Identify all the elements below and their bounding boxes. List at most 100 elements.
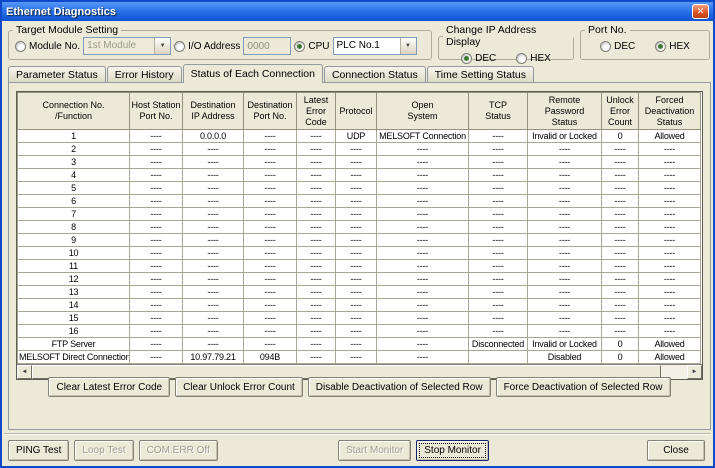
action-button-row: Clear Latest Error CodeClear Unlock Erro… xyxy=(9,377,710,397)
tab-error-history[interactable]: Error History xyxy=(107,66,182,82)
table-cell: 094B xyxy=(244,351,297,364)
io-address-input[interactable] xyxy=(243,37,291,55)
table-cell: 10 xyxy=(18,247,130,260)
table-cell: ---- xyxy=(469,260,528,273)
loop-test-button[interactable]: Loop Test xyxy=(74,440,133,461)
table-cell: ---- xyxy=(244,234,297,247)
table-cell: ---- xyxy=(469,195,528,208)
table-cell: ---- xyxy=(130,182,183,195)
start-monitor-button[interactable]: Start Monitor xyxy=(338,440,411,461)
table-cell: ---- xyxy=(528,143,602,156)
connection-table: Connection No. /FunctionHost Station Por… xyxy=(17,92,701,364)
port-dec-radio[interactable]: DEC xyxy=(600,41,635,52)
io-address-radio[interactable]: I/O Address xyxy=(174,41,240,52)
table-cell: 0.0.0.0 xyxy=(183,130,244,143)
table-cell: ---- xyxy=(244,143,297,156)
change-ip-display-group: Change IP Address Display DEC HEX xyxy=(438,24,574,60)
table-cell: ---- xyxy=(183,156,244,169)
table-row[interactable]: 15--------------------------------------… xyxy=(18,312,701,325)
force-deactivation-button[interactable]: Force Deactivation of Selected Row xyxy=(496,377,671,397)
stop-monitor-button[interactable]: Stop Monitor xyxy=(416,440,489,461)
table-body: 1----0.0.0.0--------UDPMELSOFT Connectio… xyxy=(18,130,701,364)
disable-deactivation-button[interactable]: Disable Deactivation of Selected Row xyxy=(308,377,491,397)
cpu-radio[interactable]: CPU xyxy=(294,41,329,52)
table-cell: ---- xyxy=(183,338,244,351)
com-err-off-button[interactable]: COM.ERR Off xyxy=(139,440,218,461)
table-row[interactable]: 9---------------------------------------… xyxy=(18,234,701,247)
table-row[interactable]: 10--------------------------------------… xyxy=(18,247,701,260)
cpu-select[interactable]: PLC No.1 ▼ xyxy=(333,37,417,55)
table-row[interactable]: 11--------------------------------------… xyxy=(18,260,701,273)
module-no-radio[interactable]: Module No. xyxy=(15,41,80,52)
table-cell: ---- xyxy=(244,325,297,338)
table-row[interactable]: FTP Server------------------------Discon… xyxy=(18,338,701,351)
table-row[interactable]: 6---------------------------------------… xyxy=(18,195,701,208)
table-row[interactable]: 14--------------------------------------… xyxy=(18,299,701,312)
ip-dec-radio[interactable]: DEC xyxy=(461,53,496,64)
tab-time-setting-status[interactable]: Time Setting Status xyxy=(427,66,534,82)
table-row[interactable]: 2---------------------------------------… xyxy=(18,143,701,156)
table-row[interactable]: 1----0.0.0.0--------UDPMELSOFT Connectio… xyxy=(18,130,701,143)
table-cell: ---- xyxy=(130,351,183,364)
table-row[interactable]: 4---------------------------------------… xyxy=(18,169,701,182)
table-cell: 0 xyxy=(602,351,639,364)
arrow-right-icon: ► xyxy=(692,369,698,375)
target-module-setting-group: Target Module Setting Module No. 1st Mod… xyxy=(8,24,432,60)
table-cell: ---- xyxy=(336,195,377,208)
table-cell: ---- xyxy=(377,234,469,247)
radio-icon xyxy=(516,53,527,64)
table-cell: ---- xyxy=(244,299,297,312)
ip-hex-radio[interactable]: HEX xyxy=(516,53,551,64)
table-row[interactable]: MELSOFT Direct Connection----10.97.79.21… xyxy=(18,351,701,364)
clear-latest-error-code-button[interactable]: Clear Latest Error Code xyxy=(48,377,170,397)
table-cell: ---- xyxy=(639,195,701,208)
table-cell: 16 xyxy=(18,325,130,338)
table-row[interactable]: 5---------------------------------------… xyxy=(18,182,701,195)
table-row[interactable]: 7---------------------------------------… xyxy=(18,208,701,221)
table-cell: 14 xyxy=(18,299,130,312)
table-cell: 1 xyxy=(18,130,130,143)
ping-test-button[interactable]: PING Test xyxy=(8,440,69,461)
table-cell: ---- xyxy=(130,169,183,182)
table-cell: ---- xyxy=(244,195,297,208)
table-cell: ---- xyxy=(528,208,602,221)
table-cell: ---- xyxy=(377,351,469,364)
table-cell: 0 xyxy=(602,338,639,351)
table-cell: ---- xyxy=(528,299,602,312)
module-no-select[interactable]: 1st Module ▼ xyxy=(83,37,171,55)
target-module-content: Module No. 1st Module ▼ I/O Address CPU … xyxy=(9,36,431,55)
table-cell: ---- xyxy=(528,260,602,273)
target-module-setting-label: Target Module Setting xyxy=(13,24,121,36)
table-cell: 4 xyxy=(18,169,130,182)
port-no-content: DEC HEX xyxy=(581,36,709,55)
port-hex-radio[interactable]: HEX xyxy=(655,41,690,52)
tab-connection-status[interactable]: Connection Status xyxy=(324,66,426,82)
clear-unlock-error-count-button[interactable]: Clear Unlock Error Count xyxy=(175,377,303,397)
table-cell: ---- xyxy=(469,247,528,260)
table-cell: ---- xyxy=(244,169,297,182)
table-row[interactable]: 13--------------------------------------… xyxy=(18,286,701,299)
table-cell: MELSOFT Direct Connection xyxy=(18,351,130,364)
table-row[interactable]: 3---------------------------------------… xyxy=(18,156,701,169)
table-cell: ---- xyxy=(336,221,377,234)
table-cell: ---- xyxy=(130,247,183,260)
table-cell: ---- xyxy=(602,286,639,299)
tab-panel: Connection No. /FunctionHost Station Por… xyxy=(8,82,711,430)
table-cell: ---- xyxy=(377,338,469,351)
radio-icon xyxy=(174,41,185,52)
close-button[interactable]: ✕ xyxy=(692,4,709,19)
close-dialog-button[interactable]: Close xyxy=(647,440,705,461)
tab-parameter-status[interactable]: Parameter Status xyxy=(8,66,106,82)
table-cell: ---- xyxy=(244,286,297,299)
table-cell: Invalid or Locked xyxy=(528,338,602,351)
tab-status-of-each-connection[interactable]: Status of Each Connection xyxy=(183,64,323,83)
table-cell: Disabled xyxy=(528,351,602,364)
ip-dec-label: DEC xyxy=(475,53,496,64)
table-cell: ---- xyxy=(336,169,377,182)
table-cell: ---- xyxy=(297,286,336,299)
table-cell: ---- xyxy=(469,325,528,338)
table-row[interactable]: 16--------------------------------------… xyxy=(18,325,701,338)
table-row[interactable]: 8---------------------------------------… xyxy=(18,221,701,234)
table-row[interactable]: 12--------------------------------------… xyxy=(18,273,701,286)
table-cell: ---- xyxy=(639,156,701,169)
